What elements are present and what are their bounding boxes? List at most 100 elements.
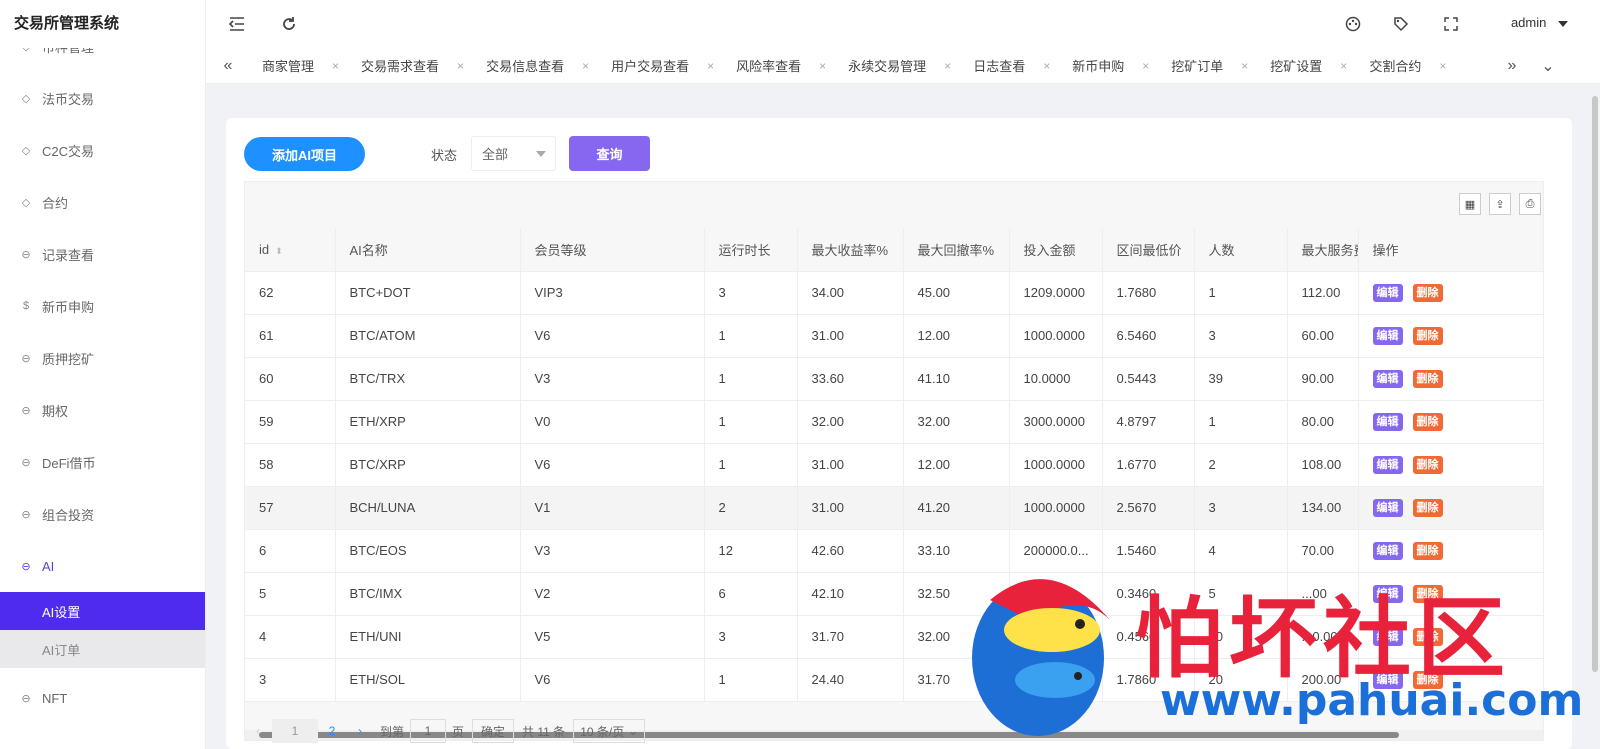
tab-9[interactable]: 挖矿设置 × [1270,48,1369,84]
table-cell: 3 [245,658,336,702]
tab-2[interactable]: 交易信息查看 × [486,48,611,84]
sidebar-item-nft[interactable]: ⊖ NFT [0,672,205,724]
table-row: 61 BTC/ATOM V6 1 31.00 12.00 1000.0000 6.5460 3 6… [245,314,1543,358]
theme-palette-icon[interactable] [1341,12,1365,36]
delete-button[interactable]: 删除 [1412,369,1443,388]
close-icon[interactable]: × [944,59,951,73]
edit-button[interactable]: 编辑 [1372,326,1403,345]
edit-button[interactable]: 编辑 [1372,627,1403,646]
delete-button[interactable]: 删除 [1412,498,1443,517]
page-1[interactable]: 1 [272,719,318,743]
tab-4[interactable]: 风险率查看 × [736,48,848,84]
sidebar-item-3[interactable]: ◇ 合约 [0,176,205,228]
add-ai-project-button[interactable]: 添加AI项目 [244,137,365,171]
sidebar-item-4[interactable]: ⊖ 记录查看 [0,228,205,280]
column-header[interactable]: id ⬍ [245,228,336,272]
edit-button[interactable]: 编辑 [1372,283,1403,302]
actions-cell: 编辑 删除 [1358,529,1543,573]
user-menu[interactable]: admin [1511,15,1568,30]
column-header: 操作 [1358,228,1543,272]
tab-7[interactable]: 新币申购 × [1072,48,1171,84]
page-size-value: 10 条/页 [580,724,625,739]
edit-button[interactable]: 编辑 [1372,369,1403,388]
refresh-icon[interactable] [277,12,301,36]
table-cell: 1 [704,357,798,401]
tag-icon[interactable] [1389,12,1413,36]
close-icon[interactable]: × [332,59,339,73]
delete-button[interactable]: 删除 [1412,584,1443,603]
tab-3[interactable]: 用户交易查看 × [611,48,736,84]
delete-button[interactable]: 删除 [1412,326,1443,345]
goto-page-input[interactable]: 1 [410,719,447,743]
delete-button[interactable]: 删除 [1412,627,1443,646]
close-icon[interactable]: × [707,59,714,73]
table-cell: 112.00 [1287,271,1359,315]
close-icon[interactable]: × [1043,59,1050,73]
close-icon[interactable]: × [457,59,464,73]
delete-button[interactable]: 删除 [1412,541,1443,560]
delete-button[interactable]: 删除 [1412,670,1443,689]
tab-scroll-left-icon[interactable]: « [216,48,240,84]
tab-8[interactable]: 挖矿订单 × [1171,48,1270,84]
table-cell: 59 [245,400,336,444]
tab-dropdown-icon[interactable]: ⌄ [1536,48,1560,84]
tab-0[interactable]: 商家管理 × [262,48,361,84]
delete-button[interactable]: 删除 [1412,412,1443,431]
sidebar-item-5[interactable]: $ 新币申购 [0,280,205,332]
delete-button[interactable]: 删除 [1412,455,1443,474]
goto-confirm-button[interactable]: 确定 [472,719,515,743]
edit-button[interactable]: 编辑 [1372,541,1403,560]
sidebar-subitem-1[interactable]: AI订单 [0,630,205,668]
columns-filter-icon[interactable]: ▦ [1459,193,1481,215]
sidebar-item-8[interactable]: ⊖ DeFi借币 [0,436,205,488]
edit-button[interactable]: 编辑 [1372,412,1403,431]
tab-10[interactable]: 交割合约 × [1369,48,1468,84]
next-page-icon[interactable]: › [346,719,374,743]
sort-icon[interactable]: ⬍ [275,246,283,256]
sidebar-item-7[interactable]: ⊖ 期权 [0,384,205,436]
status-select[interactable]: 全部 [471,136,556,171]
tab-bar: « 商家管理 × 交易需求查看 × 交易信息查看 × 用户交易查看 × 风险率查看 × 永续交易管理… [206,48,1600,84]
sidebar-subitem-0[interactable]: AI设置 [0,592,205,630]
tab-6[interactable]: 日志查看 × [973,48,1072,84]
sidebar-item-10[interactable]: ⊖ AI [0,540,205,592]
page-size-select[interactable]: 10 条/页 ⌄ [573,719,646,743]
tab-scroll-right-icon[interactable]: » [1500,48,1524,84]
page-2[interactable]: 2 [318,719,346,743]
status-select-value: 全部 [482,147,509,162]
sidebar-item-1[interactable]: ◇ 法币交易 [0,72,205,124]
table-cell: 42.10 [797,572,904,616]
close-icon[interactable]: × [1241,59,1248,73]
export-icon[interactable]: ⇪ [1489,193,1511,215]
print-icon[interactable]: ⎙ [1519,193,1541,215]
data-table: id ⬍ AI名称 会员等级 运行时长 最大收益率% 最大回撤率% 投入金额 区间最低价 人数 最大… [245,228,1543,702]
fullscreen-icon[interactable] [1439,12,1463,36]
edit-button[interactable]: 编辑 [1372,670,1403,689]
collapse-menu-icon[interactable] [225,12,249,36]
table-cell: 2.5670 [1102,486,1195,530]
close-icon[interactable]: × [1439,59,1446,73]
tab-1[interactable]: 交易需求查看 × [361,48,486,84]
tab-5[interactable]: 永续交易管理 × [848,48,973,84]
vertical-scrollbar[interactable] [1592,96,1598,672]
prev-page-icon[interactable]: ‹ [244,719,272,743]
table-cell: 1000.0000 [1009,443,1103,487]
table-cell: V3 [520,529,705,573]
close-icon[interactable]: × [819,59,826,73]
sidebar-item-6[interactable]: ⊖ 质押挖矿 [0,332,205,384]
sidebar-item-2[interactable]: ◇ C2C交易 [0,124,205,176]
query-button[interactable]: 查询 [569,136,650,171]
column-header-label: 运行时长 [718,242,771,258]
delete-button[interactable]: 删除 [1412,283,1443,302]
edit-button[interactable]: 编辑 [1372,584,1403,603]
close-icon[interactable]: × [1142,59,1149,73]
table-cell: 200.00 [1287,658,1359,702]
diamond-icon: ◇ [21,196,31,209]
sidebar-item-9[interactable]: ⊖ 组合投资 [0,488,205,540]
table-cell: 1 [1194,400,1288,444]
total-count: 共 11 条 [522,724,566,739]
close-icon[interactable]: × [1340,59,1347,73]
close-icon[interactable]: × [582,59,589,73]
edit-button[interactable]: 编辑 [1372,498,1403,517]
edit-button[interactable]: 编辑 [1372,455,1403,474]
